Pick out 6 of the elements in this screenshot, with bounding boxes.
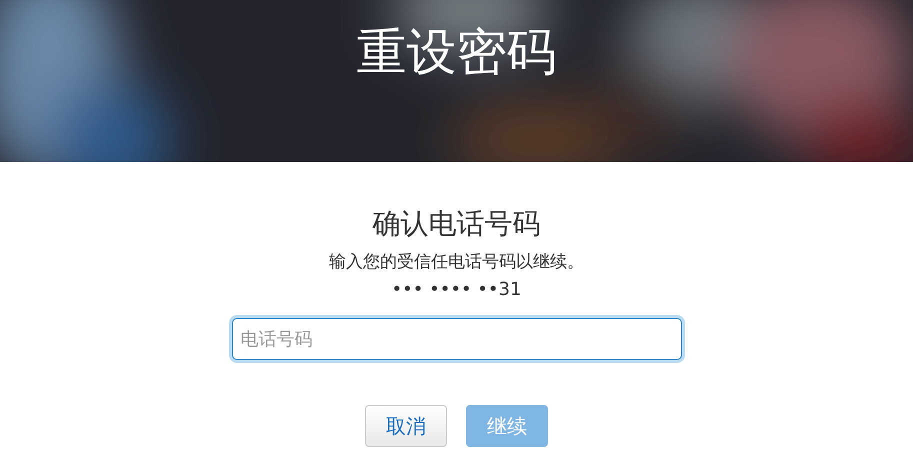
- cancel-button[interactable]: 取消: [365, 405, 447, 448]
- phone-number-field[interactable]: 电话号码: [232, 318, 682, 360]
- masked-phone-number: ••• •••• ••31: [392, 279, 522, 300]
- instruction-text: 输入您的受信任电话号码以继续。: [329, 251, 584, 274]
- page-title: 重设密码: [356, 22, 556, 82]
- form-heading: 确认电话号码: [372, 206, 540, 242]
